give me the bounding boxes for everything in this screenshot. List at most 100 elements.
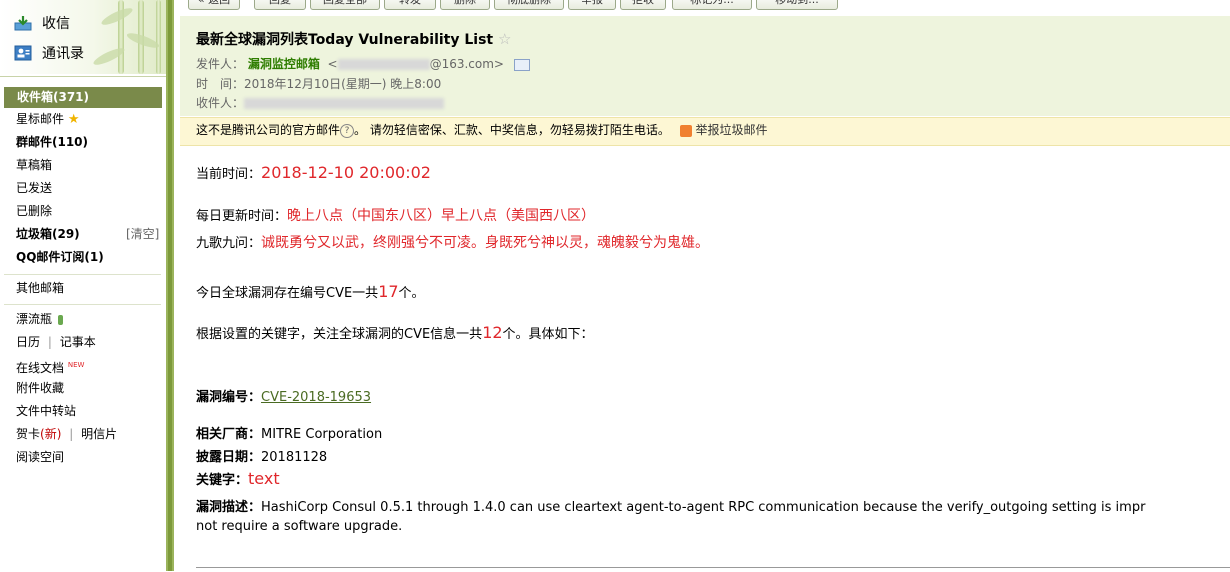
current-time-label: 当前时间： bbox=[196, 167, 262, 182]
receive-mail-label: 收信 bbox=[42, 16, 70, 32]
greeting-card-link[interactable]: 贺卡(新) bbox=[16, 427, 61, 441]
current-time-value: 2018-12-10 20:00:02 bbox=[261, 163, 431, 182]
calendar-link[interactable]: 日历 bbox=[16, 335, 40, 349]
online-docs-label: 在线文档 bbox=[16, 361, 65, 375]
postcard-link[interactable]: 明信片 bbox=[81, 427, 117, 441]
question-icon[interactable]: ? bbox=[340, 123, 355, 138]
folder-sent[interactable]: 已发送 bbox=[16, 178, 52, 198]
keyword-line: 关键字：text bbox=[196, 469, 280, 488]
folder-deleted[interactable]: 已删除 bbox=[16, 201, 52, 221]
delete-permanently-button[interactable]: 彻底删除 bbox=[494, 0, 564, 10]
kw-prefix: 根据设置的关键字，关注全球漏洞的CVE信息一共 bbox=[196, 327, 483, 342]
poem-line: 九歌九问：诚既勇兮又以武，终刚强兮不可凌。身既死兮神以灵，魂魄毅兮为鬼雄。 bbox=[196, 232, 709, 252]
reading-space-link[interactable]: 阅读空间 bbox=[16, 447, 64, 467]
folder-starred-label: 星标邮件 bbox=[16, 112, 65, 126]
warning-detail: 。 请勿轻信密保、汇款、中奖信息，勿轻易拨打陌生电话。 bbox=[354, 123, 670, 137]
separator: | bbox=[69, 427, 74, 441]
attachments-link[interactable]: 附件收藏 bbox=[16, 378, 64, 398]
vendor-line: 相关厂商：MITRE Corporation bbox=[196, 423, 382, 442]
star-outline-icon[interactable]: ☆ bbox=[498, 30, 511, 48]
report-button[interactable]: 举报 bbox=[568, 0, 616, 10]
mail-toolbar: « 返回 回复 回复全部 转发 删除 彻底删除 举报 拒收 标记为... 移动到… bbox=[180, 0, 1230, 10]
folder-spam[interactable]: 垃圾箱(29) bbox=[16, 224, 80, 244]
report-spam-link[interactable]: 举报垃圾邮件 bbox=[696, 123, 768, 137]
calendar-notes-row: 日历 | 记事本 bbox=[16, 332, 96, 352]
bottle-icon bbox=[57, 314, 63, 325]
divider bbox=[4, 304, 161, 305]
sender-name[interactable]: 漏洞监控邮箱 bbox=[248, 57, 320, 71]
contacts-icon bbox=[14, 45, 32, 61]
date-label: 披露日期： bbox=[196, 450, 262, 465]
left-sidebar: 收信 通讯录 收件箱(371) 星标邮件 ★ 群邮件(110) 草稿箱 已发送 … bbox=[0, 0, 168, 571]
from-row: 发件人： 漏洞监控邮箱 < @163.com> bbox=[196, 55, 530, 72]
time-label: 时 间： bbox=[196, 77, 245, 91]
inbox-download-icon bbox=[14, 15, 32, 31]
reject-button[interactable]: 拒收 bbox=[620, 0, 666, 10]
file-transfer-link[interactable]: 文件中转站 bbox=[16, 401, 76, 421]
vendor-label: 相关厂商： bbox=[196, 427, 262, 442]
keyword-value: text bbox=[248, 469, 280, 488]
update-time-value: 晚上八点（中国东八区）早上八点（美国西八区） bbox=[287, 208, 596, 224]
redacted-recipient bbox=[244, 98, 445, 109]
vuln-id-line: 漏洞编号：CVE-2018-19653 bbox=[196, 386, 371, 405]
drift-bottle-link[interactable]: 漂流瓶 bbox=[16, 309, 63, 329]
online-docs-link[interactable]: 在线文档 NEW bbox=[16, 355, 84, 375]
notes-link[interactable]: 记事本 bbox=[60, 335, 96, 349]
delete-button[interactable]: 删除 bbox=[440, 0, 490, 10]
desc-label: 漏洞描述： bbox=[196, 500, 262, 515]
folder-drafts[interactable]: 草稿箱 bbox=[16, 155, 52, 175]
subject-text: 最新全球漏洞列表Today Vulnerability List bbox=[196, 32, 494, 48]
date-value: 20181128 bbox=[261, 450, 328, 465]
desc-line-2: not require a software upgrade. bbox=[196, 519, 403, 534]
drift-bottle-label: 漂流瓶 bbox=[16, 312, 53, 326]
keyword-count-line: 根据设置的关键字，关注全球漏洞的CVE信息一共12个。具体如下： bbox=[196, 323, 594, 342]
divider bbox=[196, 567, 1230, 568]
empty-spam-link[interactable]: [清空] bbox=[126, 224, 159, 244]
keyword-label: 关键字： bbox=[196, 473, 249, 488]
separator: | bbox=[47, 335, 52, 349]
mark-as-dropdown[interactable]: 标记为... bbox=[672, 0, 752, 10]
to-row: 收件人： bbox=[196, 94, 445, 111]
desc-line: 漏洞描述：HashiCorp Consul 0.5.1 through 1.4.… bbox=[196, 496, 1145, 515]
folder-qq-subscription[interactable]: QQ邮件订阅(1) bbox=[16, 247, 104, 267]
contact-card-icon[interactable] bbox=[513, 58, 530, 71]
folder-group-mail[interactable]: 群邮件(110) bbox=[16, 132, 88, 152]
other-mailbox-link[interactable]: 其他邮箱 bbox=[16, 278, 64, 298]
sidebar-splitter-inner bbox=[168, 0, 172, 571]
today-count-line: 今日全球漏洞存在编号CVE一共17个。 bbox=[196, 282, 425, 301]
desc-text-1: HashiCorp Consul 0.5.1 through 1.4.0 can… bbox=[261, 500, 1146, 515]
reply-all-button[interactable]: 回复全部 bbox=[310, 0, 380, 10]
cards-row: 贺卡(新) | 明信片 bbox=[16, 424, 117, 444]
kw-count: 12 bbox=[482, 323, 503, 342]
reply-button[interactable]: 回复 bbox=[254, 0, 306, 10]
folder-starred[interactable]: 星标邮件 ★ bbox=[16, 109, 80, 129]
kw-suffix: 个。具体如下： bbox=[502, 327, 594, 342]
divider bbox=[4, 274, 161, 275]
today-count: 17 bbox=[378, 282, 399, 301]
to-label: 收件人： bbox=[196, 96, 245, 110]
vendor-value: MITRE Corporation bbox=[261, 427, 383, 442]
vuln-id-label: 漏洞编号： bbox=[196, 390, 262, 405]
cve-link[interactable]: CVE-2018-19653 bbox=[261, 390, 371, 405]
security-warning: 这不是腾讯公司的官方邮件?。 请勿轻信密保、汇款、中奖信息，勿轻易拨打陌生电话。… bbox=[196, 121, 768, 138]
current-time-line: 当前时间：2018-12-10 20:00:02 bbox=[196, 163, 431, 182]
from-label: 发件人： bbox=[196, 57, 245, 71]
poem-text: 诚既勇兮又以武，终刚强兮不可凌。身既死兮神以灵，魂魄毅兮为鬼雄。 bbox=[261, 235, 710, 251]
star-icon: ★ bbox=[67, 112, 80, 127]
today-prefix: 今日全球漏洞存在编号CVE一共 bbox=[196, 286, 379, 301]
receive-mail-link[interactable]: 收信 bbox=[14, 12, 70, 34]
update-time-line: 每日更新时间：晚上八点（中国东八区）早上八点（美国西八区） bbox=[196, 205, 595, 225]
warning-text: 这不是腾讯公司的官方邮件 bbox=[196, 123, 341, 137]
forward-button[interactable]: 转发 bbox=[384, 0, 436, 10]
date-line: 披露日期：20181128 bbox=[196, 446, 327, 465]
contacts-label: 通讯录 bbox=[42, 46, 84, 62]
mail-subject: 最新全球漏洞列表Today Vulnerability List ☆ bbox=[196, 29, 511, 49]
greeting-new-badge: (新) bbox=[40, 427, 62, 441]
folder-inbox[interactable]: 收件箱(371) bbox=[4, 87, 162, 108]
redacted-address bbox=[337, 59, 430, 70]
move-to-dropdown[interactable]: 移动到... bbox=[756, 0, 838, 10]
report-spam-icon bbox=[679, 124, 692, 137]
contacts-link[interactable]: 通讯录 bbox=[14, 42, 84, 64]
mail-time: 2018年12月10日(星期一) 晚上8:00 bbox=[244, 77, 442, 91]
back-button[interactable]: « 返回 bbox=[188, 0, 240, 10]
